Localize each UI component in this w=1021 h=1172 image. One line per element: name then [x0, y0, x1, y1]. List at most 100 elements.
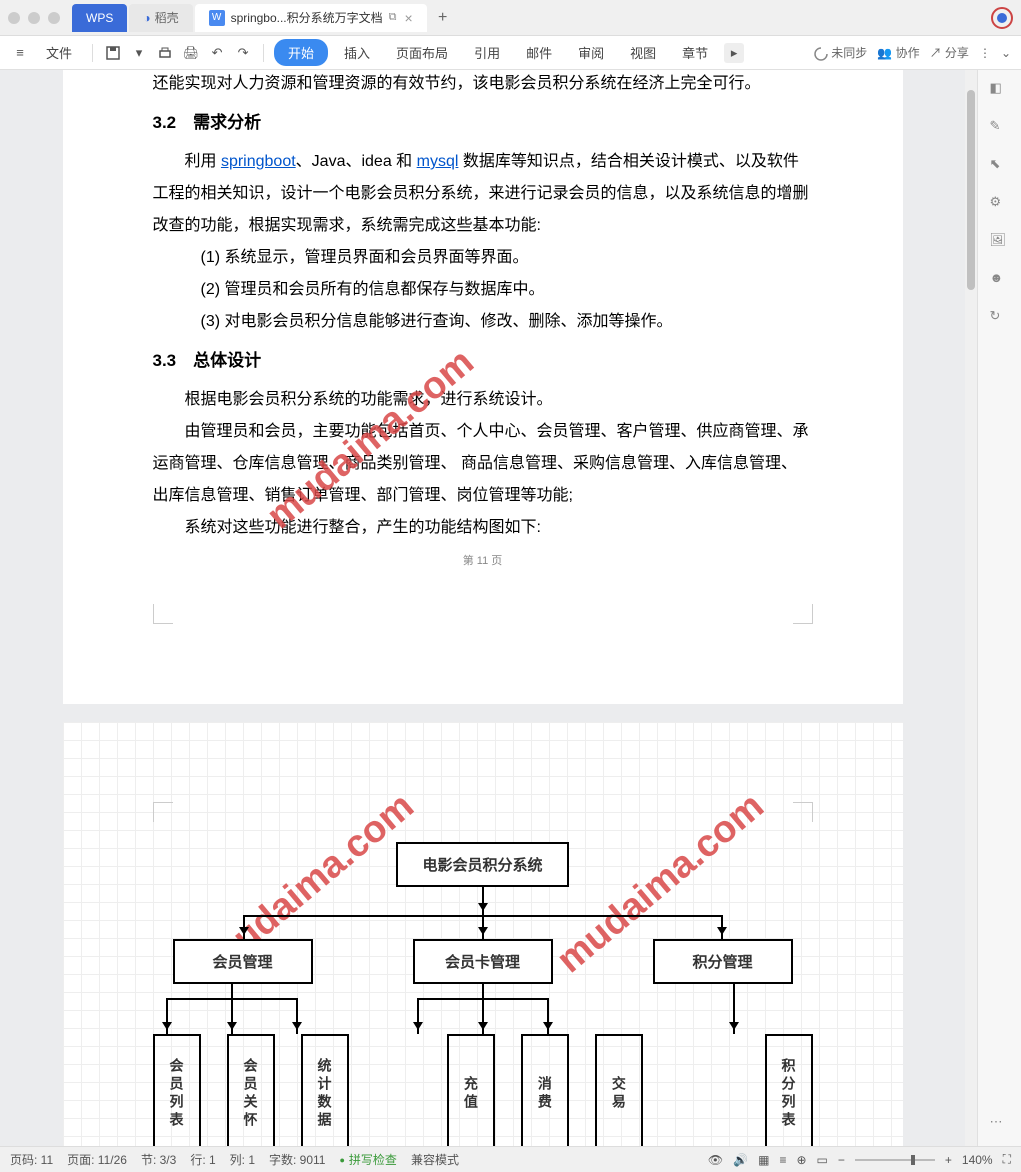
speech-icon[interactable]: 🔊 — [733, 1153, 748, 1167]
diagram-leaf: 统计数据 — [301, 1034, 349, 1146]
paragraph: 由管理员和会员，主要功能包括首页、个人中心、会员管理、客户管理、供应商管理、承运… — [153, 416, 813, 512]
tab-document[interactable]: Wspringbo...积分系统万字文档⧉× — [195, 4, 427, 32]
properties-icon[interactable]: ◧ — [990, 80, 1010, 100]
tab-chapter[interactable]: 章节 — [672, 39, 718, 66]
status-col: 列: 1 — [230, 1151, 255, 1168]
diagram-leaf: 消费 — [521, 1034, 569, 1146]
diagram-leaf: 积分列表 — [765, 1034, 813, 1146]
tab-review[interactable]: 审阅 — [568, 39, 614, 66]
connector — [733, 984, 735, 998]
zoom-out-icon[interactable]: − — [838, 1153, 845, 1167]
more-icon[interactable]: ⋯ — [990, 1114, 1010, 1134]
preview-icon[interactable]: 🖨 — [181, 43, 201, 63]
layout-icon[interactable]: ▦ — [758, 1153, 769, 1167]
connector — [231, 984, 233, 998]
connector — [243, 915, 723, 917]
page-corner — [153, 604, 173, 624]
status-page[interactable]: 页码: 11 — [10, 1151, 53, 1168]
diagram-node: 会员管理 — [173, 939, 313, 984]
tab-view[interactable]: 视图 — [620, 39, 666, 66]
link-mysql[interactable]: mysql — [417, 153, 459, 170]
tab-daoke[interactable]: ◑ 稻壳 — [129, 4, 192, 32]
paragraph: 系统对这些功能进行整合，产生的功能结构图如下: — [153, 512, 813, 544]
tab-layout[interactable]: 页面布局 — [386, 39, 458, 66]
tab-mail[interactable]: 邮件 — [516, 39, 562, 66]
pen-icon[interactable]: ✎ — [990, 118, 1010, 138]
spell-check[interactable]: 拼写检查 — [339, 1151, 396, 1168]
diagram-leaf: 充值 — [447, 1034, 495, 1146]
list-item: (3) 对电影会员积分信息能够进行查询、修改、删除、添加等操作。 — [153, 306, 813, 338]
hamburger-icon[interactable]: ≡ — [10, 43, 30, 63]
face-icon[interactable]: ☻ — [990, 270, 1010, 290]
outline-icon[interactable]: ≡ — [779, 1153, 786, 1167]
diagram-node: 会员卡管理 — [413, 939, 553, 984]
connector — [166, 998, 168, 1034]
collab-button[interactable]: 👥 协作 — [877, 44, 919, 61]
redo-icon[interactable]: ↷ — [233, 43, 253, 63]
more-icon[interactable]: ▸ — [724, 43, 744, 63]
print-icon[interactable] — [155, 43, 175, 63]
image-icon[interactable]: 🖼 — [990, 232, 1010, 252]
tab-wps[interactable]: WPS — [72, 4, 127, 32]
chevron-down-icon[interactable]: ⌄ — [1001, 46, 1011, 60]
zoom-slider[interactable] — [855, 1159, 935, 1161]
undo-icon[interactable]: ↶ — [207, 43, 227, 63]
structure-diagram: 电影会员积分系统 会员管理 会员卡管理 积分管理 — [153, 722, 813, 1146]
scroll-thumb[interactable] — [967, 90, 975, 290]
right-sidebar: ◧ ✎ ⬉ ⚙ 🖼 ☻ ↻ ⋯ — [977, 70, 1021, 1146]
tab-insert[interactable]: 插入 — [334, 39, 380, 66]
heading-3-2: 3.2 需求分析 — [153, 106, 813, 140]
save-icon[interactable] — [103, 43, 123, 63]
file-menu[interactable]: 文件 — [36, 39, 82, 66]
paragraph: 根据电影会员积分系统的功能需求，进行系统设计。 — [153, 384, 813, 416]
add-tab-button[interactable]: + — [429, 9, 457, 27]
diagram-leaf: 会员列表 — [153, 1034, 201, 1146]
app-logo-icon — [991, 7, 1013, 29]
save-as-icon[interactable]: ▾ — [129, 43, 149, 63]
word-icon: W — [209, 10, 225, 26]
max-dot[interactable] — [48, 12, 60, 24]
link-springboot[interactable]: springboot — [221, 153, 296, 170]
zoom-in-icon[interactable]: + — [945, 1153, 952, 1167]
diagram-leaf: 会员关怀 — [227, 1034, 275, 1146]
tab-ref[interactable]: 引用 — [464, 39, 510, 66]
close-dot[interactable] — [8, 12, 20, 24]
fullscreen-icon[interactable]: ⛶ — [1003, 1152, 1011, 1167]
share-button[interactable]: ↗ 分享 — [930, 44, 969, 61]
diagram-leaf: 交易 — [595, 1034, 643, 1146]
tab-start[interactable]: 开始 — [274, 39, 328, 66]
connector — [231, 998, 233, 1034]
list-item: (2) 管理员和会员所有的信息都保存与数据库中。 — [153, 274, 813, 306]
status-section: 节: 3/3 — [141, 1151, 176, 1168]
connector — [547, 998, 549, 1034]
page-corner — [153, 802, 173, 822]
min-dot[interactable] — [28, 12, 40, 24]
history-icon[interactable]: ↻ — [990, 308, 1010, 328]
daoke-icon: ◑ — [143, 11, 150, 25]
diagram-node: 积分管理 — [653, 939, 793, 984]
read-mode-icon[interactable]: 👁 — [708, 1153, 723, 1167]
connector — [721, 915, 723, 939]
status-words[interactable]: 字数: 9011 — [269, 1151, 325, 1168]
main-area: 还能实现对人力资源和管理资源的有效节约，该电影会员积分系统在经济上完全可行。 3… — [0, 70, 1021, 1146]
page-12: mudaima.com mudaima.com 电影会员积分系统 会员管理 会员… — [63, 722, 903, 1146]
sync-status[interactable]: 未同步 — [814, 44, 867, 61]
zoom-value[interactable]: 140% — [962, 1153, 993, 1167]
document-canvas[interactable]: 还能实现对人力资源和管理资源的有效节约，该电影会员积分系统在经济上完全可行。 3… — [0, 70, 965, 1146]
print-layout-icon[interactable]: ▭ — [817, 1153, 828, 1167]
close-icon[interactable]: × — [405, 10, 413, 26]
heading-3-3: 3.3 总体设计 — [153, 344, 813, 378]
status-pages[interactable]: 页面: 11/26 — [67, 1151, 127, 1168]
connector — [417, 998, 419, 1034]
title-bar: WPS ◑稻壳 Wspringbo...积分系统万字文档⧉× + — [0, 0, 1021, 36]
cursor-icon[interactable]: ⬉ — [990, 156, 1010, 176]
kebab-icon[interactable]: ⋮ — [979, 46, 991, 60]
status-row: 行: 1 — [190, 1151, 215, 1168]
duplicate-icon[interactable]: ⧉ — [389, 11, 397, 24]
connector — [482, 915, 484, 939]
tab-label: 稻壳 — [155, 9, 179, 26]
web-icon[interactable]: ⊕ — [796, 1153, 806, 1167]
settings-icon[interactable]: ⚙ — [990, 194, 1010, 214]
vertical-scrollbar[interactable] — [965, 70, 977, 1146]
connector — [482, 998, 484, 1034]
